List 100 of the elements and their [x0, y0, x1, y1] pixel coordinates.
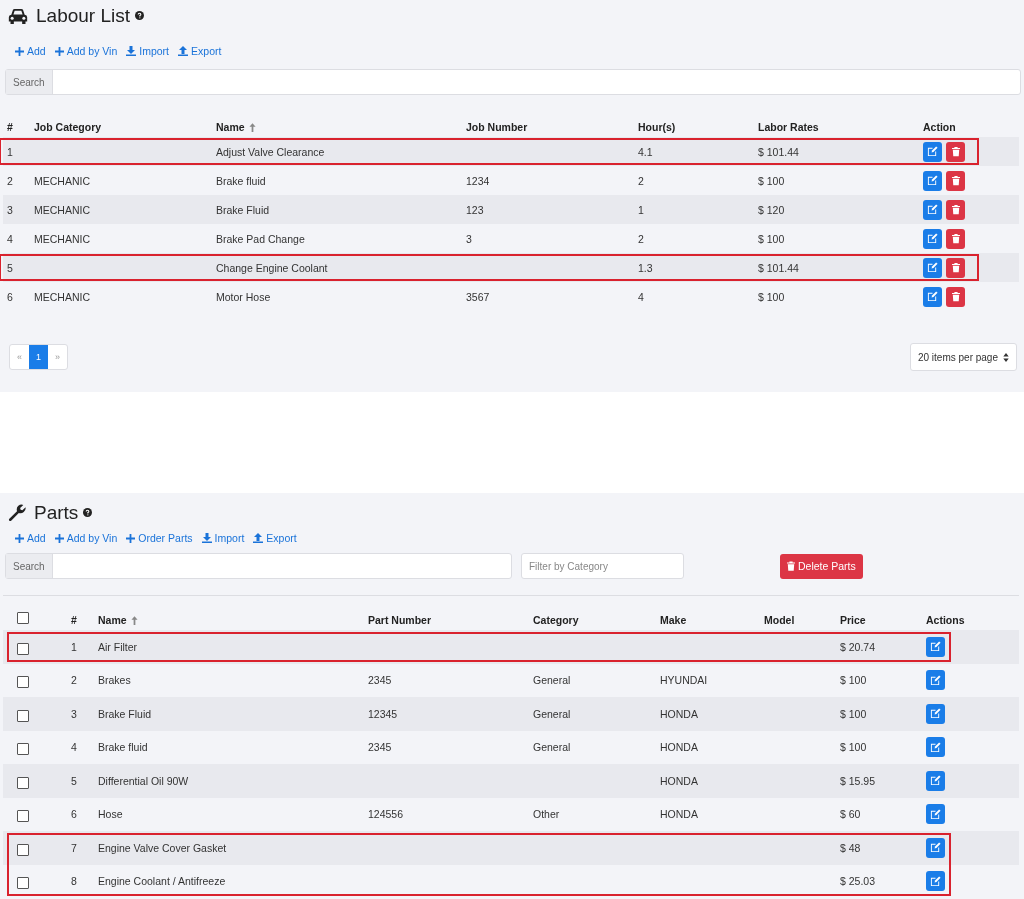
table-cell: 3 [7, 203, 13, 216]
table-cell: 7 [71, 841, 77, 854]
table-cell: $ 101.44 [758, 261, 799, 274]
table-cell: HONDA [660, 808, 698, 821]
row-checkbox[interactable] [17, 843, 29, 856]
table-cell: Brake Fluid [216, 203, 270, 216]
table-cell: 1 [638, 203, 644, 216]
car-icon [8, 7, 28, 25]
table-cell: $ 48 [840, 841, 861, 854]
column-header: # [67, 595, 94, 630]
table-cell: $ 100 [840, 707, 867, 720]
edit-button[interactable] [926, 770, 945, 791]
trash-icon [951, 291, 960, 302]
edit-button[interactable] [923, 170, 942, 191]
column-header: Name [94, 595, 364, 630]
toolbar-link[interactable]: Export [253, 532, 297, 544]
edit-icon [930, 641, 941, 653]
table-cell: Motor Hose [216, 290, 271, 303]
edit-button[interactable] [926, 737, 945, 758]
search-field[interactable]: Search [5, 69, 1021, 95]
table-cell: 4.1 [638, 145, 653, 158]
delete-parts-button[interactable]: Delete Parts [780, 553, 863, 579]
table-cell: 1.3 [638, 261, 653, 274]
toolbar-link[interactable]: Add [15, 45, 46, 57]
edit-icon [930, 708, 941, 720]
sort-arrow-icon[interactable] [130, 615, 138, 625]
trash-icon [787, 561, 795, 571]
row-checkbox[interactable] [17, 877, 29, 890]
edit-icon [927, 291, 938, 302]
edit-button[interactable] [923, 286, 942, 307]
download-icon [201, 533, 212, 543]
table-cell: 5 [7, 261, 13, 274]
row-checkbox[interactable] [17, 810, 29, 823]
row-checkbox[interactable] [17, 743, 29, 756]
delete-button[interactable] [946, 170, 965, 191]
edit-button[interactable] [926, 636, 945, 657]
toolbar-link[interactable]: Add [15, 532, 46, 544]
sort-arrow-icon[interactable] [248, 122, 256, 132]
column-header: Name [212, 109, 462, 137]
edit-button[interactable] [926, 871, 945, 892]
edit-button[interactable] [926, 804, 945, 825]
table-cell: Differential Oil 90W [98, 774, 189, 787]
toolbar-link[interactable]: Export [178, 45, 222, 57]
delete-button[interactable] [946, 199, 965, 220]
trash-icon [951, 204, 960, 215]
previous-page-link[interactable]: « [10, 345, 29, 369]
edit-button[interactable] [926, 703, 945, 724]
column-header: # [3, 109, 30, 137]
edit-button[interactable] [923, 199, 942, 220]
table-cell: General [533, 707, 571, 720]
table-cell: HONDA [660, 707, 698, 720]
toolbar-link[interactable]: Import [201, 532, 245, 544]
column-header: Price [836, 595, 922, 630]
delete-button[interactable] [946, 141, 965, 162]
help-icon[interactable] [135, 10, 144, 20]
row-checkbox[interactable] [17, 676, 29, 689]
toolbar-link[interactable]: Add by Vin [54, 532, 118, 544]
select-all-checkbox[interactable] [17, 612, 29, 624]
table-cell: 12345 [368, 707, 398, 720]
table-cell: 4 [71, 741, 77, 754]
edit-icon [930, 674, 941, 686]
toolbar-link[interactable]: Add by Vin [54, 45, 118, 57]
table-cell: 124556 [368, 808, 404, 821]
page-link[interactable]: 1 [29, 345, 48, 369]
search-field[interactable]: Search [5, 553, 512, 579]
delete-button[interactable] [946, 257, 965, 278]
toolbar-link[interactable]: Order Parts [126, 532, 193, 544]
delete-button[interactable] [946, 286, 965, 307]
column-header: Make [656, 595, 760, 630]
edit-button[interactable] [926, 837, 945, 858]
table-cell: $ 60 [840, 808, 861, 821]
table-cell: MECHANIC [34, 203, 90, 216]
row-checkbox[interactable] [17, 642, 29, 655]
trash-icon [951, 233, 960, 244]
row-checkbox[interactable] [17, 709, 29, 722]
page-size-select[interactable]: 20 items per page [909, 343, 1017, 371]
edit-button[interactable] [923, 228, 942, 249]
plus-icon [54, 533, 64, 543]
table-cell: Air Filter [98, 640, 138, 653]
table-cell: MECHANIC [34, 232, 90, 245]
delete-button[interactable] [946, 228, 965, 249]
edit-icon [930, 808, 941, 820]
edit-button[interactable] [926, 670, 945, 691]
edit-button[interactable] [923, 257, 942, 278]
row-checkbox[interactable] [17, 776, 29, 789]
table-cell: 1234 [466, 174, 490, 187]
table-cell: MECHANIC [34, 174, 90, 187]
toolbar-link[interactable]: Import [126, 45, 170, 57]
plus-icon [15, 46, 24, 56]
edit-icon [927, 146, 938, 157]
help-icon[interactable] [83, 507, 93, 517]
next-page-link[interactable]: » [48, 345, 67, 369]
table-cell: 2 [638, 232, 644, 245]
edit-button[interactable] [923, 141, 942, 162]
edit-icon [930, 875, 941, 887]
table-cell: 3567 [466, 290, 490, 303]
table-cell: Engine Coolant / Antifreeze [98, 875, 226, 888]
upload-icon [178, 46, 189, 56]
edit-icon [927, 233, 938, 244]
category-filter-field[interactable]: Filter by Category [521, 553, 684, 579]
